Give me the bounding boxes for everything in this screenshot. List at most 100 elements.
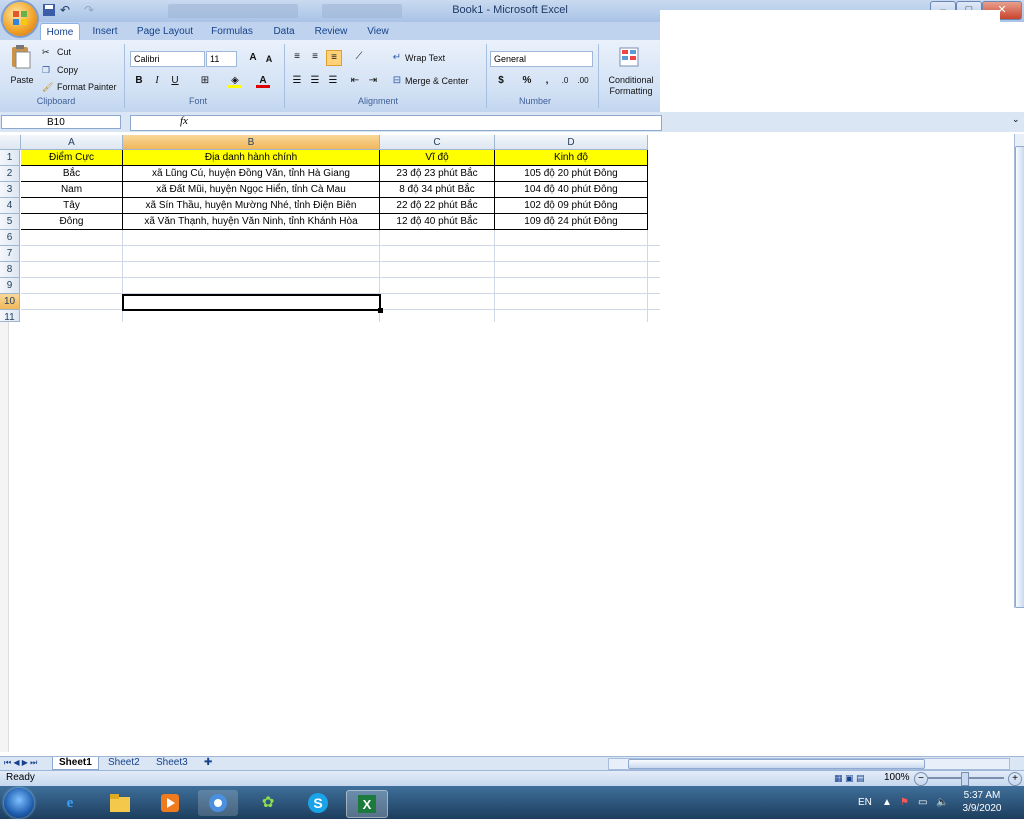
conditional-formatting-icon[interactable]	[618, 46, 640, 68]
start-button[interactable]	[4, 788, 34, 818]
font-name-box[interactable]: Calibri	[130, 51, 205, 67]
row-header[interactable]: 6	[0, 230, 20, 246]
table-cell[interactable]: 23 độ 23 phút Bắc	[380, 166, 495, 182]
table-cell[interactable]: xã Đất Mũi, huyện Ngọc Hiển, tỉnh Cà Mau	[123, 182, 380, 198]
format-painter-button[interactable]: Format Painter	[57, 81, 117, 93]
zoom-out-icon[interactable]: −	[914, 772, 928, 786]
table-cell[interactable]: 8 độ 34 phút Bắc	[380, 182, 495, 198]
chrome-icon[interactable]	[198, 790, 238, 816]
cut-button[interactable]: Cut	[57, 46, 71, 58]
row-header[interactable]: 9	[0, 278, 20, 294]
table-cell[interactable]: Đông	[21, 214, 123, 230]
increase-decimal-icon[interactable]: .0	[558, 74, 572, 88]
row-header[interactable]: 1	[0, 150, 20, 166]
fx-icon[interactable]: fx	[180, 115, 188, 127]
office-button[interactable]	[3, 2, 37, 36]
underline-button[interactable]: U	[168, 74, 182, 88]
redo-icon[interactable]: ↷	[84, 3, 98, 19]
row-header[interactable]: 3	[0, 182, 20, 198]
italic-button[interactable]: I	[150, 74, 164, 88]
comma-button[interactable]: ,	[540, 74, 554, 88]
table-cell[interactable]: 109 độ 24 phút Đông	[495, 214, 648, 230]
merge-center-button[interactable]: Merge & Center	[405, 75, 469, 87]
align-top-icon[interactable]: ≡	[290, 50, 304, 64]
file-explorer-icon[interactable]	[100, 790, 140, 816]
table-cell[interactable]: Nam	[21, 182, 123, 198]
language-indicator[interactable]: EN	[858, 797, 872, 808]
save-icon[interactable]	[42, 3, 56, 19]
copy-button[interactable]: Copy	[57, 64, 78, 76]
column-header-b[interactable]: B	[123, 135, 380, 150]
table-cell[interactable]: 102 độ 09 phút Đông	[495, 198, 648, 214]
column-header-d[interactable]: D	[495, 135, 648, 150]
expand-formula-icon[interactable]: ⌄	[1012, 114, 1022, 128]
fill-color-icon[interactable]: ◈	[228, 74, 242, 88]
select-all-corner[interactable]	[0, 135, 21, 150]
table-header-cell[interactable]: Điểm Cực	[21, 150, 123, 166]
paste-icon[interactable]	[10, 44, 32, 70]
shrink-font-icon[interactable]: A	[262, 52, 276, 66]
show-hidden-icons-icon[interactable]: ▲	[882, 797, 892, 808]
tab-data[interactable]: Data	[266, 23, 302, 40]
table-header-cell[interactable]: Vĩ độ	[380, 150, 495, 166]
row-header[interactable]: 8	[0, 262, 20, 278]
table-header-cell[interactable]: Kinh độ	[495, 150, 648, 166]
browser-app-icon[interactable]: ✿	[248, 790, 288, 816]
fill-handle[interactable]	[378, 308, 383, 313]
borders-icon[interactable]: ⊞	[198, 74, 212, 88]
zoom-in-icon[interactable]: +	[1008, 772, 1022, 786]
tab-review[interactable]: Review	[308, 23, 354, 40]
formula-input[interactable]	[130, 115, 662, 131]
table-cell[interactable]: Bắc	[21, 166, 123, 182]
internet-explorer-icon[interactable]: e	[50, 790, 90, 816]
network-icon[interactable]: ▭	[918, 797, 927, 808]
decrease-indent-icon[interactable]: ⇤	[348, 74, 362, 88]
font-size-box[interactable]: 11	[206, 51, 237, 67]
row-header[interactable]: 11	[0, 310, 20, 323]
table-header-cell[interactable]: Địa danh hành chính	[123, 150, 380, 166]
skype-icon[interactable]: S	[298, 790, 338, 816]
vertical-scroll-thumb[interactable]	[1015, 146, 1024, 608]
tab-page-layout[interactable]: Page Layout	[132, 23, 198, 40]
horizontal-scroll-thumb[interactable]	[628, 759, 925, 769]
row-header[interactable]: 7	[0, 246, 20, 262]
sheet-nav-arrows-icon[interactable]: ⏮ ◀ ▶ ⏭	[4, 757, 48, 769]
tab-insert[interactable]: Insert	[84, 23, 126, 40]
sheet-tab-2[interactable]: Sheet2	[102, 757, 146, 769]
tab-home[interactable]: Home	[40, 23, 80, 41]
number-format-box[interactable]: General	[490, 51, 593, 67]
align-left-icon[interactable]: ☰	[290, 74, 304, 88]
orientation-icon[interactable]: ⟋	[348, 50, 370, 64]
bold-button[interactable]: B	[132, 74, 146, 88]
table-cell[interactable]: xã Văn Thạnh, huyện Văn Ninh, tỉnh Khánh…	[123, 214, 380, 230]
wrap-text-button[interactable]: Wrap Text	[405, 52, 445, 64]
media-player-icon[interactable]	[150, 790, 190, 816]
table-cell[interactable]: Tây	[21, 198, 123, 214]
row-header[interactable]: 10	[0, 294, 20, 310]
column-header-c[interactable]: C	[380, 135, 495, 150]
zoom-slider-thumb[interactable]	[961, 772, 969, 786]
table-cell[interactable]: 105 độ 20 phút Đông	[495, 166, 648, 182]
row-header[interactable]: 5	[0, 214, 20, 230]
align-center-icon[interactable]: ☰	[308, 74, 322, 88]
table-cell[interactable]: 22 độ 22 phút Bắc	[380, 198, 495, 214]
row-header[interactable]: 2	[0, 166, 20, 182]
table-cell[interactable]: xã Lũng Cú, huyện Đồng Văn, tỉnh Hà Gian…	[123, 166, 380, 182]
selected-cell[interactable]	[122, 294, 381, 311]
view-buttons-icon[interactable]: ▦ ▣ ▤	[834, 772, 878, 784]
excel-taskbar-icon[interactable]: X	[346, 790, 388, 818]
insert-sheet-icon[interactable]: ✚	[198, 757, 218, 769]
undo-icon[interactable]: ↶	[60, 3, 74, 19]
font-color-icon[interactable]: A	[256, 74, 270, 88]
currency-button[interactable]: $	[494, 74, 508, 88]
grow-font-icon[interactable]: A	[246, 51, 260, 65]
align-middle-icon[interactable]: ≡	[308, 50, 322, 64]
decrease-decimal-icon[interactable]: .00	[576, 74, 590, 88]
column-header-a[interactable]: A	[21, 135, 123, 150]
sheet-tab-3[interactable]: Sheet3	[150, 757, 194, 769]
paste-button[interactable]: Paste	[9, 74, 35, 86]
align-bottom-icon[interactable]: ≡	[326, 50, 342, 66]
tab-formulas[interactable]: Formulas	[204, 23, 260, 40]
clock-time[interactable]: 5:37 AM	[962, 790, 1002, 801]
action-center-icon[interactable]: ⚑	[900, 797, 909, 808]
